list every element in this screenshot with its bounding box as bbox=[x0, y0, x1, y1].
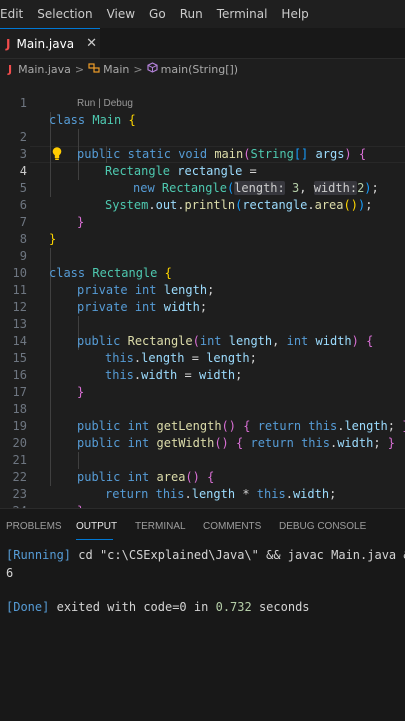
code-line: 15 this.width = width; bbox=[0, 333, 405, 382]
method-icon bbox=[147, 62, 158, 76]
code-line: 7 } bbox=[0, 197, 405, 246]
code-line: 10 private int length; bbox=[0, 248, 405, 297]
breadcrumb-class[interactable]: Main bbox=[103, 63, 129, 76]
code-line: 14 this.length = length; bbox=[0, 316, 405, 365]
tab-terminal[interactable]: TERMINAL bbox=[135, 521, 186, 532]
menu-edit[interactable]: Edit bbox=[0, 7, 23, 21]
output-line-done: [Done] exited with code=0 in 0.732 secon… bbox=[6, 600, 310, 614]
menu-selection[interactable]: Selection bbox=[37, 7, 92, 21]
tab-output[interactable]: OUTPUT bbox=[76, 521, 117, 532]
java-file-icon: J bbox=[6, 36, 11, 51]
code-editor[interactable]: Run | Debug 1 class Main { 2 public stat… bbox=[0, 78, 405, 508]
code-line: 2 public static void main(String[] args)… bbox=[0, 112, 405, 161]
code-line: 5 System.out.println(rectangle.area()); bbox=[0, 163, 405, 212]
code-line: 13 public Rectangle(int length, int widt… bbox=[0, 299, 405, 348]
code-line: 16 } bbox=[0, 350, 405, 399]
breadcrumb-file[interactable]: Main.java bbox=[18, 63, 71, 76]
code-line: 20 bbox=[0, 418, 405, 450]
output-line-running: [Running] cd "c:\CSExplained\Java\" && j… bbox=[6, 548, 405, 562]
bottom-panel: PROBLEMS OUTPUT TERMINAL COMMENTS DEBUG … bbox=[0, 508, 405, 721]
code-line: 11 private int width; bbox=[0, 265, 405, 314]
breadcrumb-separator: > bbox=[133, 62, 143, 76]
codelens-run-debug[interactable]: Run | Debug bbox=[77, 95, 133, 112]
breadcrumb-method[interactable]: main(String[]) bbox=[161, 63, 238, 76]
java-file-icon: J bbox=[8, 62, 13, 76]
active-tab-indicator bbox=[76, 539, 113, 540]
menu-run[interactable]: Run bbox=[180, 7, 203, 21]
menu-go[interactable]: Go bbox=[149, 7, 166, 21]
code-line: 4 new Rectangle(length: 3, width:2); bbox=[0, 146, 405, 195]
menu-terminal[interactable]: Terminal bbox=[217, 7, 268, 21]
code-line: 12 bbox=[0, 282, 405, 314]
code-line: 19 public int getWidth() { return this.w… bbox=[0, 401, 405, 450]
code-line: 17 bbox=[0, 367, 405, 399]
editor-tab-bar: J Main.java ✕ bbox=[0, 28, 405, 59]
menu-view[interactable]: View bbox=[107, 7, 135, 21]
panel-tabs: PROBLEMS OUTPUT TERMINAL COMMENTS DEBUG … bbox=[0, 509, 405, 545]
code-line: 23 } bbox=[0, 469, 405, 508]
code-line: 22 return this.length * this.width; bbox=[0, 452, 405, 501]
tab-label: Main.java bbox=[16, 36, 75, 51]
close-icon[interactable]: ✕ bbox=[86, 36, 97, 51]
line-number: 1 bbox=[19, 96, 27, 110]
code-line: 9 class Rectangle { bbox=[0, 231, 405, 280]
tab-main-java[interactable]: J Main.java ✕ bbox=[0, 28, 100, 58]
tab-debug-console[interactable]: DEBUG CONSOLE bbox=[279, 521, 366, 532]
menu-help[interactable]: Help bbox=[281, 7, 308, 21]
code-line: 8 bbox=[0, 214, 405, 246]
code-line: 3 Rectangle rectangle = bbox=[0, 129, 405, 178]
class-icon bbox=[88, 62, 100, 76]
code-line: 6 } bbox=[0, 180, 405, 229]
code-line: 18 public int getLength() { return this.… bbox=[0, 384, 405, 433]
code-line: 24 } bbox=[0, 486, 405, 508]
code-line: 21 public int area() { bbox=[0, 435, 405, 484]
breadcrumb-separator: > bbox=[74, 62, 85, 76]
tab-comments[interactable]: COMMENTS bbox=[203, 521, 261, 532]
code-line: 1 class Main { bbox=[0, 78, 405, 127]
tab-problems[interactable]: PROBLEMS bbox=[6, 521, 62, 532]
output-result: 6 bbox=[6, 566, 14, 580]
breadcrumb: J Main.java > Main > main(String[]) bbox=[0, 59, 405, 79]
menu-bar: Edit Selection View Go Run Terminal Help bbox=[0, 0, 405, 28]
